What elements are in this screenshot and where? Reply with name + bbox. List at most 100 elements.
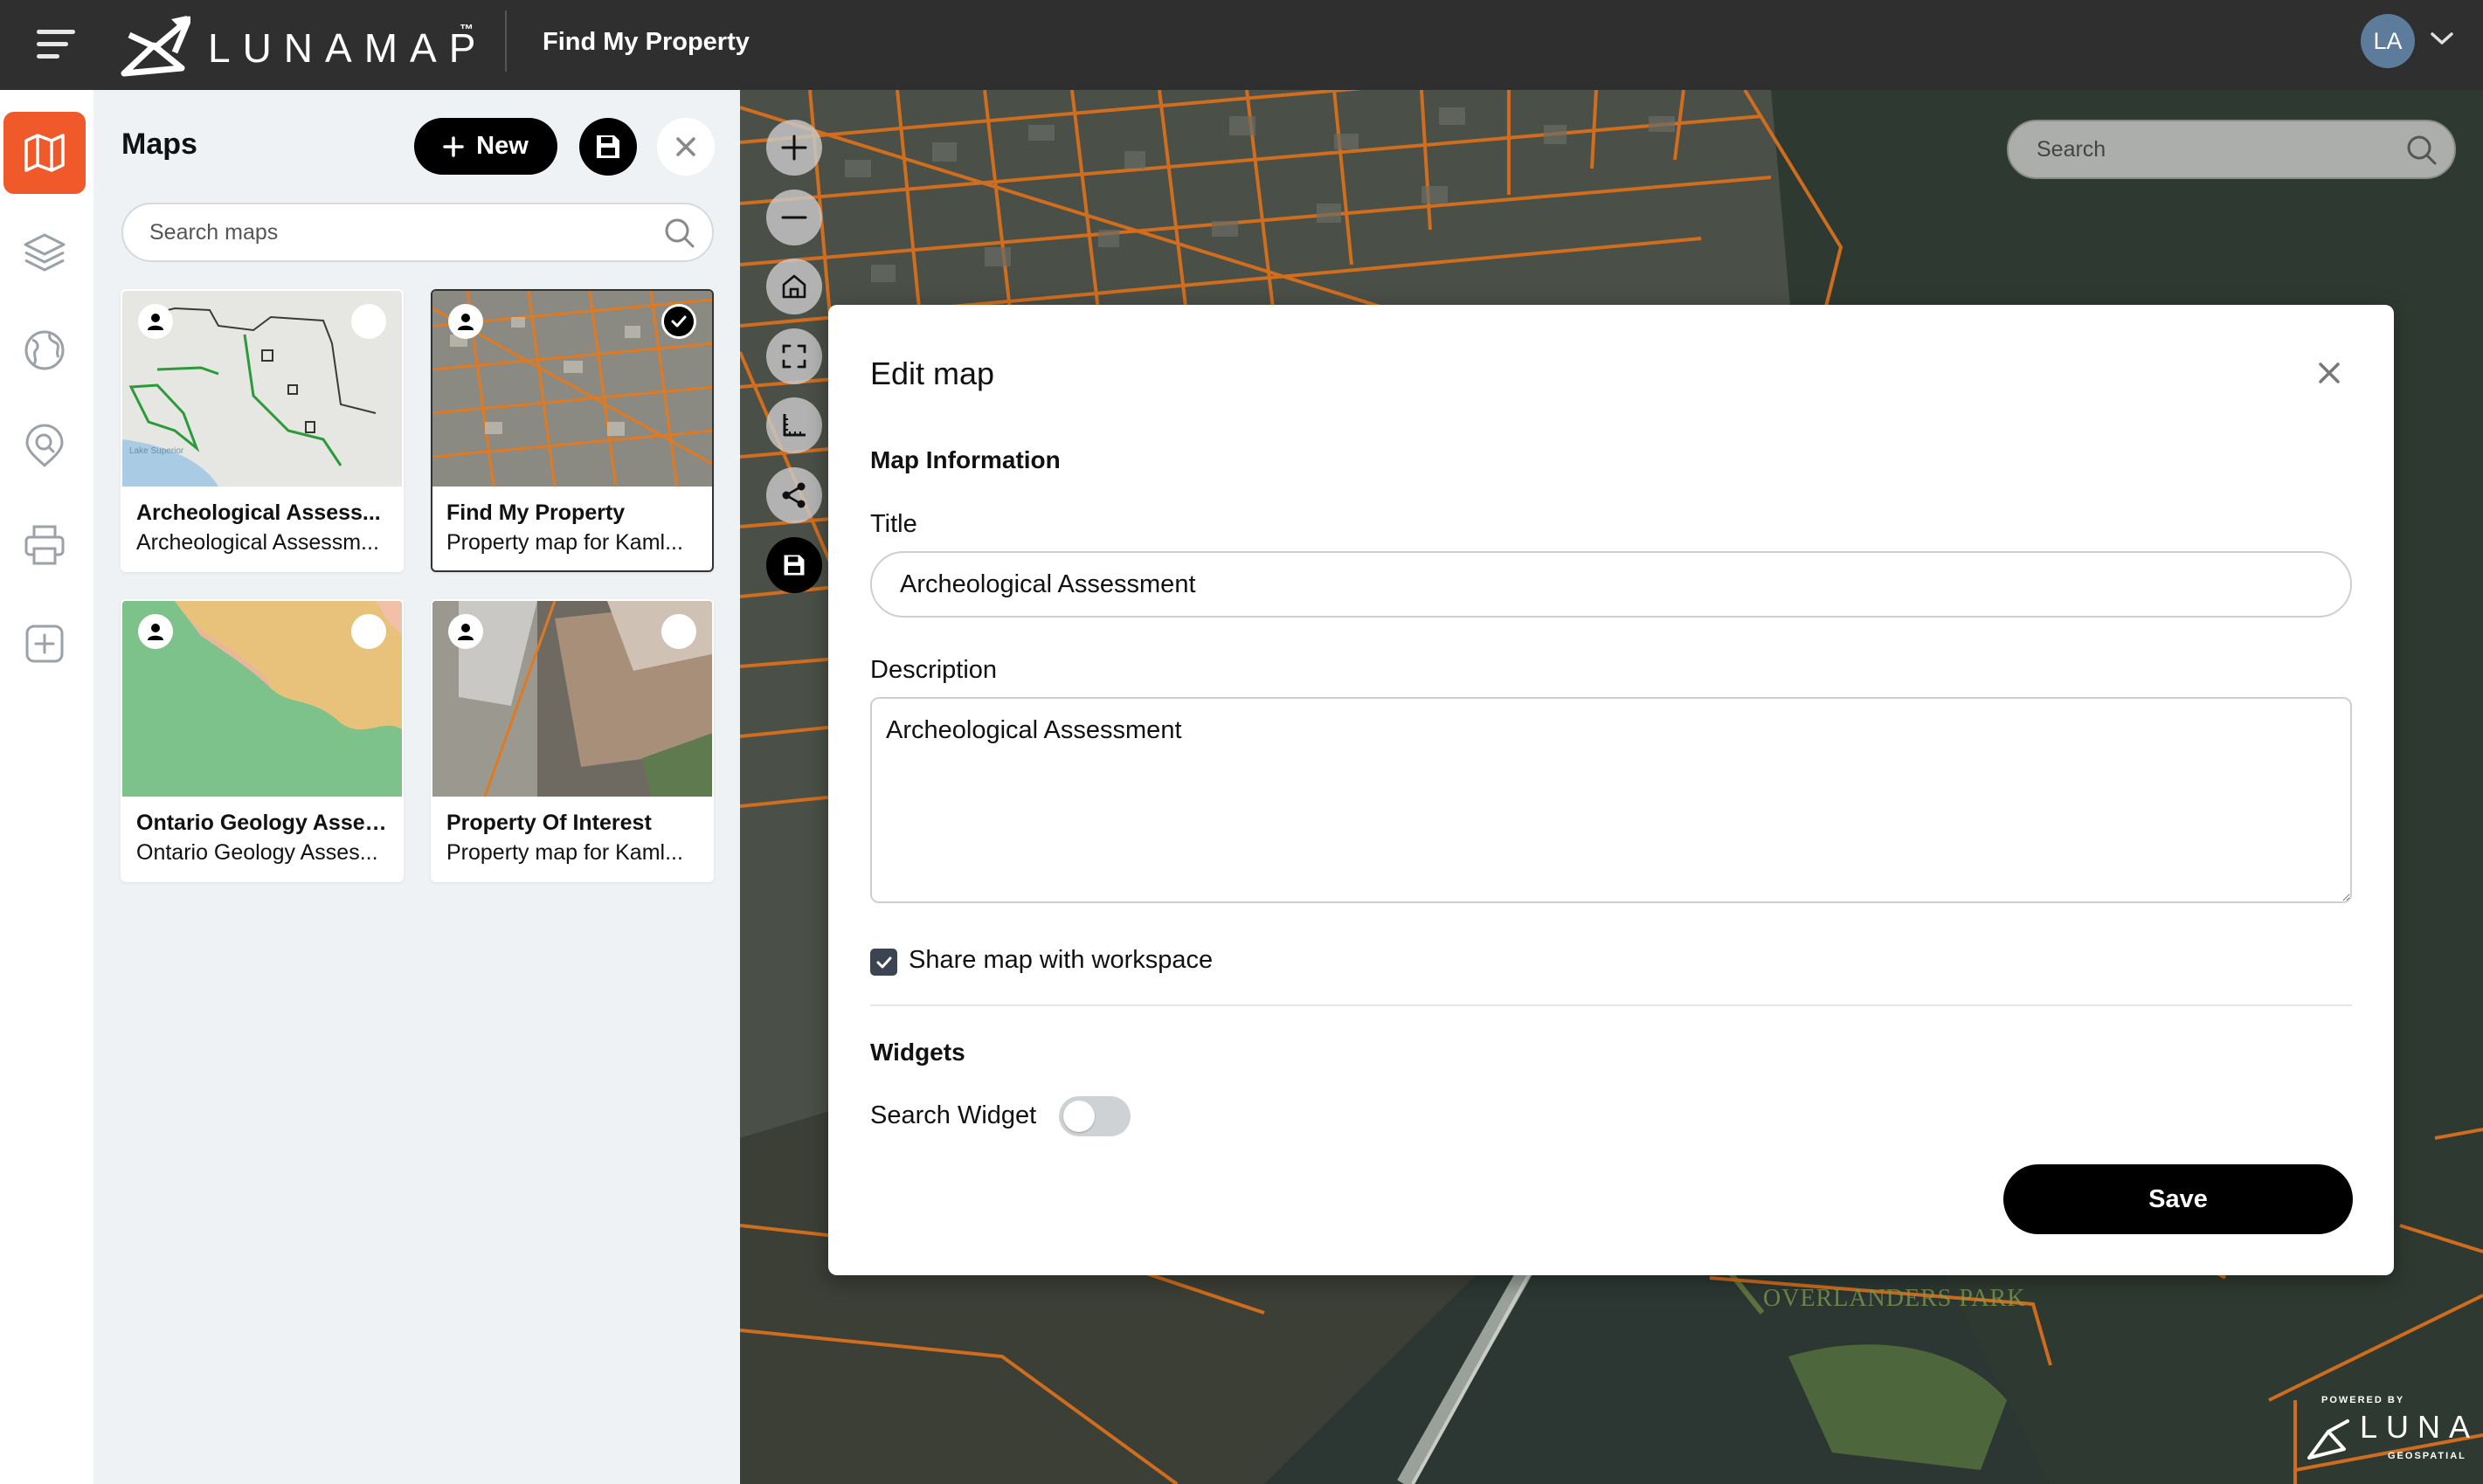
title-input[interactable] — [870, 551, 2352, 618]
edit-map-dialog: Edit map Map Information Title Descripti… — [828, 305, 2394, 1275]
lake-label: Lake Superior — [129, 446, 184, 456]
card-select-toggle[interactable] — [351, 614, 386, 649]
trademark: ™ — [460, 23, 474, 38]
share-map-checkbox[interactable] — [870, 949, 897, 976]
map-search-field — [2007, 120, 2456, 179]
map-search-input[interactable] — [2037, 121, 2403, 177]
fullscreen-button[interactable] — [766, 328, 822, 384]
card-select-toggle[interactable] — [351, 304, 386, 339]
title-label: Title — [870, 510, 917, 538]
checkmark-icon — [671, 315, 687, 328]
search-icon[interactable] — [2405, 134, 2438, 167]
person-icon — [458, 624, 474, 640]
divider — [870, 1004, 2352, 1006]
powered-by-luna-badge: POWERED BY LUNA GEOSPATIAL — [2276, 1391, 2477, 1479]
add-square-icon — [25, 625, 64, 663]
park-label: OVERLANDERS PARK — [1763, 1285, 2026, 1312]
hamburger-menu-icon[interactable] — [33, 23, 82, 68]
person-icon — [458, 314, 474, 330]
map-card-description: Archeological Assessm... — [136, 530, 379, 555]
rail-item-maps[interactable] — [3, 112, 86, 194]
search-maps-field — [121, 203, 714, 262]
description-label: Description — [870, 656, 998, 684]
search-icon[interactable] — [663, 217, 696, 250]
floppy-disk-icon — [597, 135, 619, 158]
share-button[interactable] — [766, 467, 822, 523]
rail-item-add[interactable] — [3, 603, 86, 685]
printer-icon — [24, 525, 65, 565]
person-icon — [148, 624, 163, 640]
maps-panel-title: Maps — [121, 128, 197, 161]
user-avatar[interactable]: LA — [2361, 14, 2415, 68]
rail-item-basemaps[interactable] — [3, 309, 86, 391]
description-textarea[interactable]: Archeological Assessment — [870, 697, 2352, 903]
checkmark-icon — [876, 956, 891, 968]
map-card-description: Property map for Kaml... — [446, 840, 683, 865]
owner-icon — [138, 614, 173, 649]
share-icon — [782, 482, 806, 508]
section-heading-map-information: Map Information — [870, 446, 1061, 473]
luna-sub-text: GEOSPATIAL — [2388, 1451, 2466, 1461]
plus-icon — [443, 135, 464, 157]
toggle-knob — [1063, 1101, 1095, 1132]
zoom-in-button[interactable] — [766, 120, 822, 176]
card-select-toggle[interactable] — [661, 304, 696, 339]
fullscreen-icon — [782, 344, 806, 369]
search-widget-label: Search Widget — [870, 1101, 1037, 1129]
chevron-down-icon[interactable] — [2429, 30, 2455, 47]
save-button[interactable]: Save — [2003, 1164, 2353, 1234]
dialog-title: Edit map — [870, 355, 995, 391]
map-card-title: Property Of Interest — [446, 811, 652, 835]
zoom-in-icon — [781, 135, 807, 161]
rail-item-print[interactable] — [3, 504, 86, 586]
map-card-description: Ontario Geology Asses... — [136, 840, 378, 865]
owner-icon — [138, 304, 173, 339]
powered-by-text: POWERED BY — [2321, 1395, 2405, 1405]
save-view-button[interactable] — [766, 537, 822, 593]
save-map-button[interactable] — [579, 118, 637, 176]
lunamap-logo: LUNAMAP ™ — [121, 12, 488, 79]
map-icon — [24, 134, 65, 172]
brand-name: LUNAMAP — [208, 25, 488, 71]
dialog-close-button[interactable] — [2310, 354, 2348, 392]
luna-brand-text: LUNA — [2360, 1409, 2480, 1445]
map-card-title: Archeological Assess... — [136, 500, 381, 525]
search-maps-input[interactable] — [149, 204, 639, 260]
card-select-toggle[interactable] — [661, 614, 696, 649]
map-card-description: Property map for Kaml... — [446, 530, 683, 555]
maps-panel: Maps New Search maps Lake Superior Arche… — [93, 90, 740, 1484]
zoom-out-button[interactable] — [766, 190, 822, 245]
map-card-title: Find My Property — [446, 500, 626, 525]
topbar-divider — [505, 10, 507, 72]
owner-icon — [448, 614, 483, 649]
home-button[interactable] — [766, 259, 822, 314]
zoom-out-icon — [781, 216, 807, 219]
search-widget-toggle[interactable] — [1059, 1096, 1131, 1136]
map-card-title: Ontario Geology Asses... — [136, 811, 391, 835]
location-search-icon — [25, 424, 64, 467]
layers-icon — [24, 233, 66, 272]
save-icon — [784, 555, 805, 576]
map-card-find-my-property[interactable]: Find My Property Property map for Kaml..… — [431, 289, 714, 572]
lunamap-logo-mark-icon — [121, 16, 190, 77]
measure-button[interactable] — [766, 397, 822, 453]
person-icon — [148, 314, 163, 330]
app-title: Find My Property — [543, 28, 750, 56]
side-rail — [0, 90, 93, 1484]
close-panel-button[interactable] — [657, 118, 715, 176]
map-card-property-of-interest[interactable]: Property Of Interest Property map for Ka… — [431, 599, 714, 882]
globe-icon — [24, 330, 65, 370]
rail-item-search[interactable] — [3, 405, 86, 487]
luna-logo-icon — [2307, 1419, 2349, 1460]
rail-item-layers[interactable] — [3, 211, 86, 293]
share-map-label[interactable]: Share map with workspace — [909, 946, 1213, 975]
map-card-ontario-geology[interactable]: Ontario Geology Asses... Ontario Geology… — [121, 599, 404, 882]
map-card-archeological[interactable]: Lake Superior Archeological Assess... Ar… — [121, 289, 404, 572]
top-bar: LUNAMAP ™ Find My Property LA — [0, 0, 2483, 90]
measure-icon — [783, 414, 806, 437]
close-icon — [2319, 362, 2340, 383]
close-icon — [676, 137, 695, 156]
owner-icon — [448, 304, 483, 339]
new-map-button[interactable]: New — [414, 118, 557, 175]
home-icon — [782, 274, 806, 299]
